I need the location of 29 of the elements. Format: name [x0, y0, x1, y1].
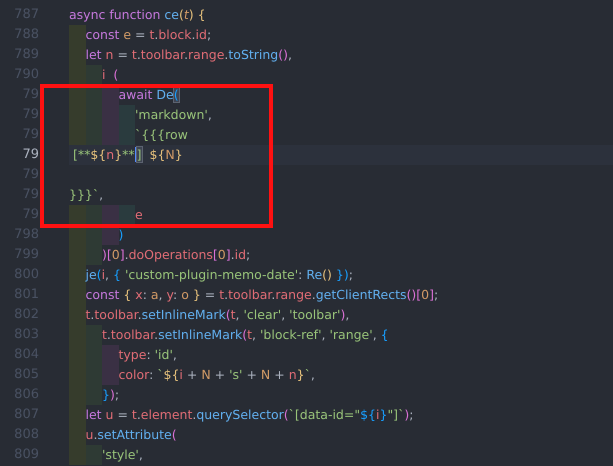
code-line: 'style',: [102, 446, 143, 464]
code-line: let u = t.element.querySelector(`[data-id="${i}"]`);: [86, 406, 414, 424]
indent-guide: [86, 245, 102, 265]
code-line: await De(: [118, 86, 179, 104]
code-line: u.setAttribute(: [86, 426, 177, 444]
code-line: const e = t.block.id;: [86, 26, 212, 44]
code-line: `{{{row: [135, 126, 188, 144]
code-line: 'markdown',: [135, 106, 212, 124]
code-line: color: `${i + N + 's' + N + n}`,: [118, 366, 315, 384]
code-line: let n = t.toolbar.range.toString(),: [86, 46, 292, 64]
line-number: 79: [21, 146, 40, 164]
code-line: });: [102, 386, 120, 404]
indent-guide: [69, 205, 86, 225]
code-line: t.toolbar.setInlineMark(t, 'block-ref', 'range', {: [102, 326, 389, 344]
code-line: je(i, { 'custom-plugin-memo-date': Re() });: [86, 266, 353, 284]
code-line: }}}`,: [69, 186, 104, 204]
code-line: t.toolbar.setInlineMark(t, 'clear', 'toolbar'),: [86, 306, 350, 324]
indent-guide: [86, 325, 102, 345]
code-line: type: 'id',: [118, 346, 177, 364]
indent-guide: [86, 385, 102, 405]
code-line: e: [135, 206, 143, 224]
code-line: )[0].doOperations[0].id;: [102, 246, 250, 264]
code-line: ): [118, 226, 124, 244]
code-line: i (: [102, 66, 118, 84]
indent-guide: [102, 205, 118, 225]
indent-guide: [69, 65, 86, 85]
code-line: async function ce(t) {: [69, 6, 206, 24]
code-line: const { x: a, y: o } = t.toolbar.range.getClientRects()[0];: [86, 286, 438, 304]
code-line: [**${n}** ] ${N}: [72, 146, 183, 164]
